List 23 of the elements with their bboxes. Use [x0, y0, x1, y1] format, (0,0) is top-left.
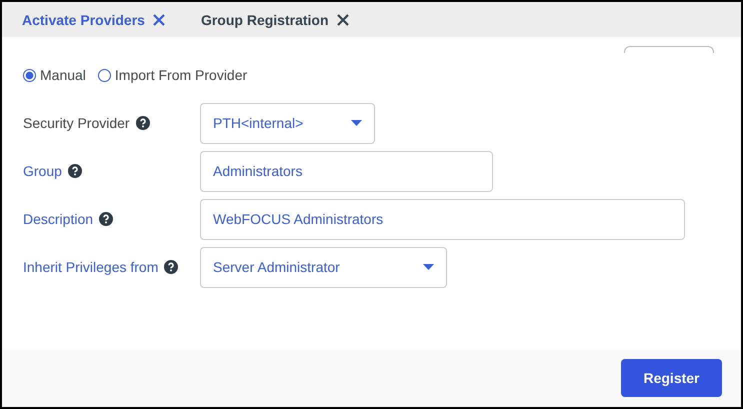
dropdown[interactable]: Server Administrator — [200, 246, 447, 288]
register-button[interactable]: Register — [621, 359, 722, 397]
help-icon[interactable] — [99, 212, 114, 226]
radio-button[interactable] — [23, 68, 36, 82]
field-label: Security Provider — [23, 115, 130, 131]
close-icon[interactable] — [152, 14, 165, 26]
field-label: Group — [23, 163, 62, 179]
field-label: Description — [23, 211, 94, 227]
tab[interactable]: Group Registration — [200, 12, 329, 28]
dropdown[interactable]: PTH<internal> — [200, 102, 375, 144]
help-icon[interactable] — [68, 164, 82, 178]
help-icon[interactable] — [164, 260, 178, 274]
input-field[interactable]: Administrators — [200, 150, 493, 192]
radio-label: Import From Provider — [114, 67, 248, 83]
close-icon[interactable] — [336, 14, 349, 26]
input-field[interactable]: WebFOCUS Administrators — [200, 198, 685, 240]
help-icon[interactable] — [136, 116, 150, 130]
radio-label: Manual — [40, 67, 86, 83]
radio-button[interactable] — [98, 68, 111, 82]
caret-icon — [351, 120, 362, 126]
caret-icon — [423, 264, 434, 270]
tab[interactable]: Activate Providers — [22, 12, 145, 28]
field-label: Inherit Privileges from — [23, 259, 158, 275]
